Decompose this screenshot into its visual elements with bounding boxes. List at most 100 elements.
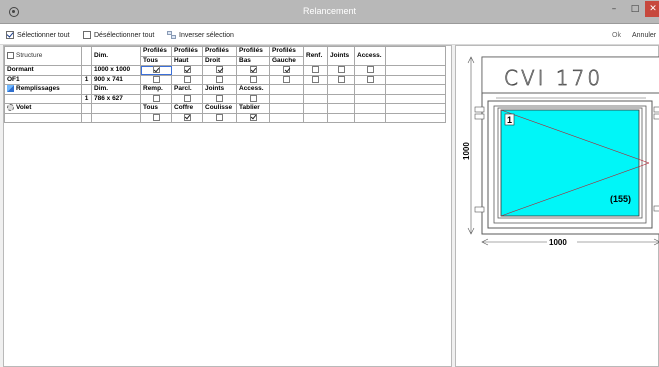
checkbox[interactable] (283, 75, 290, 83)
header-profiles: Profilés (171, 46, 203, 57)
header-coffre: Coffre (171, 103, 203, 114)
row-dim: 1000 x 1000 (91, 65, 141, 76)
header-all: Tous (140, 103, 172, 114)
row-label-volet: Volet (4, 103, 82, 114)
title-bar: Relancement – □ ✕ (0, 0, 659, 24)
checkbox[interactable] (183, 75, 191, 83)
structure-icon (7, 51, 14, 59)
header-tablier: Tablier (236, 103, 270, 114)
header-dim: Dim. (91, 46, 141, 66)
table-row (4, 112, 446, 123)
header-profiles: Profilés (140, 46, 172, 57)
header-profiles: Profilés (236, 46, 270, 57)
header-remp: Remp. (140, 84, 172, 95)
select-all-checkbox-icon (6, 31, 14, 39)
checkbox[interactable] (152, 66, 160, 74)
checkbox[interactable] (249, 113, 257, 121)
checkbox[interactable] (312, 75, 319, 83)
header-joints: Joints (327, 46, 355, 66)
checkbox[interactable] (249, 66, 257, 74)
glass-label: (155) (610, 194, 631, 204)
shutter-icon (7, 104, 14, 112)
header-right: Droit (202, 55, 237, 66)
checkbox[interactable] (366, 66, 374, 74)
checkbox[interactable] (216, 94, 223, 102)
handle-icon (653, 106, 659, 113)
header-qty (81, 46, 92, 66)
handle-icon (653, 113, 659, 120)
row-qty: 1 (81, 74, 92, 85)
width-dimension: 1000 (549, 238, 567, 247)
header-renf: Renf. (303, 46, 328, 66)
select-all-button[interactable]: Sélectionner tout (6, 29, 70, 41)
maximize-button[interactable]: □ (624, 1, 646, 17)
minimize-button[interactable]: – (603, 1, 625, 17)
row-qty: 1 (81, 93, 92, 104)
checkbox[interactable] (152, 113, 160, 121)
header-all: Tous (140, 55, 172, 66)
relaunch-grid-panel: Structure Dim. Profilés Profilés Profilé… (3, 45, 452, 367)
sash-number: 1 (507, 115, 512, 125)
checkbox[interactable] (337, 66, 345, 74)
table-row: Volet Tous Coffre Coulisse Tablier (4, 103, 446, 114)
deselect-all-label: Désélectionner tout (94, 31, 155, 39)
window-drawing: CVI 170 1 (155) 1000 1000 (462, 56, 659, 247)
handle-icon (653, 205, 659, 212)
checkbox[interactable] (216, 66, 223, 74)
invert-selection-button[interactable]: Inverser sélection (167, 29, 234, 41)
table-row: Dormant 1000 x 1000 (4, 65, 446, 76)
hinge-icon (474, 106, 485, 113)
checkbox[interactable] (283, 66, 290, 74)
hinge-icon (474, 113, 485, 120)
header-dim: Dim. (91, 84, 141, 95)
select-all-label: Sélectionner tout (17, 31, 70, 39)
row-dim: 900 x 741 (91, 74, 141, 85)
header-profiles: Profilés (202, 46, 237, 57)
ok-button[interactable]: Ok (612, 29, 621, 41)
invert-selection-label: Inverser sélection (179, 31, 234, 39)
header-coulisse: Coulisse (202, 103, 237, 114)
invert-selection-icon (167, 31, 176, 39)
header-joints: Joints (202, 84, 237, 95)
height-dimension: 1000 (462, 142, 471, 160)
deselect-all-checkbox-icon (83, 31, 91, 39)
checkbox[interactable] (183, 66, 191, 74)
header-profiles: Profilés (269, 46, 304, 57)
window-preview-panel: CVI 170 1 (155) 1000 1000 (455, 45, 659, 367)
header-parcl: Parcl. (171, 84, 203, 95)
row-label-dormant: Dormant (4, 65, 82, 76)
checkbox[interactable] (337, 75, 345, 83)
row-label-of1: OF1 (4, 74, 82, 85)
table-row: 1 786 x 627 (4, 93, 446, 104)
checkbox[interactable] (249, 75, 257, 83)
table-row: Remplissages Dim. Remp. Parcl. Joints Ac… (4, 84, 446, 95)
header-access: Access. (236, 84, 270, 95)
header-bottom: Bas (236, 55, 270, 66)
checkbox[interactable] (216, 113, 223, 121)
cancel-button[interactable]: Annuler (632, 29, 656, 41)
window-title: Relancement (302, 6, 357, 16)
hinge-icon (474, 206, 485, 213)
glazing-icon (7, 85, 14, 93)
deselect-all-button[interactable]: Désélectionner tout (83, 29, 154, 41)
header-left: Gauche (269, 55, 304, 66)
checkbox[interactable] (183, 113, 191, 121)
header-empty (385, 46, 446, 66)
checkbox[interactable] (183, 94, 191, 102)
row-label-remplissages: Remplissages (4, 84, 82, 95)
table-row: OF1 1 900 x 741 (4, 74, 446, 85)
checkbox[interactable] (312, 66, 319, 74)
close-button[interactable]: ✕ (645, 1, 659, 17)
relaunch-grid: Structure Dim. Profilés Profilés Profilé… (4, 46, 446, 123)
header-structure: Structure (4, 46, 82, 66)
header-top: Haut (171, 55, 203, 66)
checkbox[interactable] (216, 75, 223, 83)
checkbox[interactable] (152, 75, 160, 83)
checkbox[interactable] (249, 94, 257, 102)
header-access: Access. (354, 46, 386, 66)
checkbox[interactable] (366, 75, 374, 83)
shutter-box-label: CVI 170 (504, 66, 603, 90)
row-dim: 786 x 627 (91, 93, 141, 104)
checkbox[interactable] (152, 94, 160, 102)
toolbar: Sélectionner tout Désélectionner tout In… (0, 24, 659, 45)
